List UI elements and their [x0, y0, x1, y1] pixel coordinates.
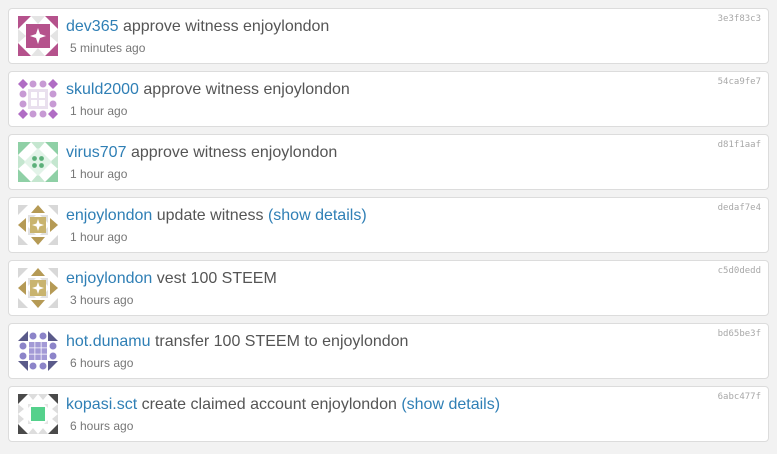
activity-text: enjoylondon vest 100 STEEM — [66, 269, 277, 289]
identicon-icon — [18, 142, 58, 182]
kopasi-sct-avatar[interactable] — [18, 394, 58, 434]
transaction-hash[interactable]: 54ca9fe7 — [718, 77, 761, 88]
activity-timestamp[interactable]: 6 hours ago — [70, 356, 133, 370]
identicon-icon — [18, 79, 58, 119]
activity-text: skuld2000 approve witness enjoylondon — [66, 80, 350, 100]
dev365-avatar[interactable] — [18, 16, 58, 56]
activity-text: kopasi.sct create claimed account enjoyl… — [66, 395, 500, 415]
activity-action: create claimed account enjoylondon — [141, 396, 397, 413]
virus707-avatar[interactable] — [18, 142, 58, 182]
activity-text: dev365 approve witness enjoylondon — [66, 17, 329, 37]
activity-item: hot.dunamu transfer 100 STEEM to enjoylo… — [8, 323, 769, 379]
activity-action: vest 100 STEEM — [156, 270, 277, 287]
username-link[interactable]: dev365 — [66, 18, 119, 35]
enjoylondon-avatar[interactable] — [18, 268, 58, 308]
hot-dunamu-avatar[interactable] — [18, 331, 58, 371]
activity-timestamp[interactable]: 5 minutes ago — [70, 41, 145, 55]
identicon-icon — [18, 205, 58, 245]
activity-feed: dev365 approve witness enjoylondon 5 min… — [8, 8, 769, 449]
skuld2000-avatar[interactable] — [18, 79, 58, 119]
identicon-icon — [18, 16, 58, 56]
activity-action: approve witness enjoylondon — [130, 144, 338, 161]
enjoylondon-avatar[interactable] — [18, 205, 58, 245]
username-link[interactable]: hot.dunamu — [66, 333, 151, 350]
activity-timestamp[interactable]: 3 hours ago — [70, 293, 133, 307]
activity-action: transfer 100 STEEM to enjoylondon — [154, 333, 409, 350]
username-link[interactable]: skuld2000 — [66, 81, 139, 98]
activity-item: dev365 approve witness enjoylondon 5 min… — [8, 8, 769, 64]
activity-action: update witness — [156, 207, 264, 224]
activity-action: approve witness enjoylondon — [143, 81, 350, 98]
username-link[interactable]: virus707 — [66, 144, 126, 161]
transaction-hash[interactable]: bd65be3f — [718, 329, 761, 340]
identicon-icon — [18, 331, 58, 371]
activity-item: kopasi.sct create claimed account enjoyl… — [8, 386, 769, 442]
activity-timestamp[interactable]: 1 hour ago — [70, 167, 127, 181]
show-details-link[interactable]: (show details) — [401, 396, 500, 413]
transaction-hash[interactable]: 6abc477f — [718, 392, 761, 403]
transaction-hash[interactable]: c5d0dedd — [718, 266, 761, 277]
activity-timestamp[interactable]: 6 hours ago — [70, 419, 133, 433]
activity-timestamp[interactable]: 1 hour ago — [70, 230, 127, 244]
activity-item: virus707 approve witness enjoylondon 1 h… — [8, 134, 769, 190]
activity-action: approve witness enjoylondon — [122, 18, 330, 35]
show-details-link[interactable]: (show details) — [268, 207, 367, 224]
activity-item: enjoylondon vest 100 STEEM 3 hours ago c… — [8, 260, 769, 316]
username-link[interactable]: kopasi.sct — [66, 396, 137, 413]
identicon-icon — [18, 394, 58, 434]
username-link[interactable]: enjoylondon — [66, 207, 152, 224]
activity-item: enjoylondon update witness (show details… — [8, 197, 769, 253]
transaction-hash[interactable]: 3e3f83c3 — [718, 14, 761, 25]
username-link[interactable]: enjoylondon — [66, 270, 152, 287]
activity-text: hot.dunamu transfer 100 STEEM to enjoylo… — [66, 332, 408, 352]
activity-timestamp[interactable]: 1 hour ago — [70, 104, 127, 118]
transaction-hash[interactable]: d81f1aaf — [718, 140, 761, 151]
identicon-icon — [18, 268, 58, 308]
activity-item: skuld2000 approve witness enjoylondon 1 … — [8, 71, 769, 127]
activity-text: virus707 approve witness enjoylondon — [66, 143, 337, 163]
activity-text: enjoylondon update witness (show details… — [66, 206, 367, 226]
transaction-hash[interactable]: dedaf7e4 — [718, 203, 761, 214]
